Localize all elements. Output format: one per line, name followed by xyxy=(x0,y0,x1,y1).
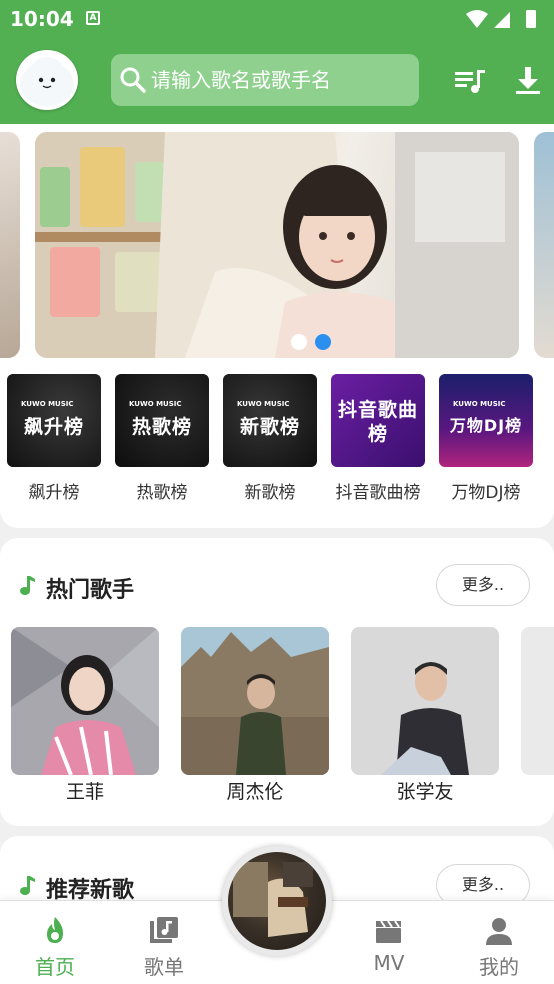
rank-cover-title: 飙升榜 xyxy=(23,416,84,438)
playlist-icon xyxy=(150,917,178,943)
app-logo[interactable] xyxy=(16,50,78,110)
clapperboard-icon xyxy=(376,920,401,943)
rank-name: 万物DJ榜 xyxy=(451,483,521,503)
music-note-icon xyxy=(20,576,35,595)
section-title: 热门歌手 xyxy=(46,578,135,603)
rank-brand: KUWO MUSIC xyxy=(21,400,74,408)
search-bar[interactable] xyxy=(111,54,419,106)
singer-photo xyxy=(181,627,329,775)
nav-label: 我的 xyxy=(479,955,519,979)
banner-prev-peek[interactable] xyxy=(0,132,20,358)
singer-item-peek[interactable] xyxy=(521,627,554,807)
status-icons xyxy=(466,10,536,28)
banner-next-peek[interactable] xyxy=(534,132,554,358)
singer-name: 王菲 xyxy=(65,781,104,803)
banner-image xyxy=(35,132,519,358)
wifi-icon xyxy=(466,10,488,28)
app-header: 10:04 A xyxy=(0,0,554,124)
more-singers-button[interactable]: 更多.. xyxy=(436,564,530,606)
status-time: 10:04 xyxy=(10,7,74,31)
nav-label: 歌单 xyxy=(144,955,184,979)
rank-name: 飙升榜 xyxy=(28,483,80,503)
status-bar: 10:04 A xyxy=(0,0,554,38)
singer-item[interactable]: 张学友 xyxy=(351,627,499,807)
rank-item[interactable]: KUWO MUSIC 新歌榜 新歌榜 xyxy=(216,374,324,504)
search-icon xyxy=(120,67,146,93)
singer-photo xyxy=(351,627,499,775)
hot-singers-card: 热门歌手 更多.. 王菲 周杰伦 张学友 xyxy=(0,538,554,826)
rank-name: 新歌榜 xyxy=(244,483,296,503)
rank-item[interactable]: 抖音歌曲榜 抖音歌曲榜 xyxy=(324,374,432,504)
rank-brand: KUWO MUSIC xyxy=(129,400,182,408)
flame-icon xyxy=(47,917,63,943)
nav-playlist[interactable]: 歌单 xyxy=(109,901,219,984)
search-input[interactable] xyxy=(151,54,411,106)
singer-photo xyxy=(11,627,159,775)
nav-label: 首页 xyxy=(35,955,75,979)
rank-brand: KUWO MUSIC xyxy=(453,400,506,408)
singer-photo xyxy=(521,627,554,775)
discover-card: KUWO MUSIC 飙升榜 飙升榜 KUWO MUSIC 热歌榜 热歌榜 KU… xyxy=(0,124,554,528)
battery-icon xyxy=(526,10,536,28)
download-icon[interactable] xyxy=(510,62,546,98)
rank-name: 抖音歌曲榜 xyxy=(335,483,421,503)
nav-home[interactable]: 首页 xyxy=(0,901,110,984)
now-playing-disc[interactable] xyxy=(222,846,332,956)
singer-name: 周杰伦 xyxy=(226,781,284,803)
singer-name: 张学友 xyxy=(396,781,454,803)
rank-item[interactable]: KUWO MUSIC 热歌榜 热歌榜 xyxy=(108,374,216,504)
nav-mv[interactable]: MV xyxy=(334,901,444,984)
rank-cover: KUWO MUSIC 飙升榜 xyxy=(7,374,101,467)
rank-cover: 抖音歌曲榜 xyxy=(331,374,425,467)
rank-cover-title: 新歌榜 xyxy=(239,416,300,438)
rank-cover-title: 热歌榜 xyxy=(131,416,192,438)
rank-brand: KUWO MUSIC xyxy=(237,400,290,408)
nav-label: MV xyxy=(373,951,405,975)
singer-item[interactable]: 王菲 xyxy=(11,627,159,807)
playlist-icon[interactable] xyxy=(452,62,488,98)
rank-list: KUWO MUSIC 飙升榜 飙升榜 KUWO MUSIC 热歌榜 热歌榜 KU… xyxy=(0,374,554,504)
banner-carousel[interactable] xyxy=(35,132,519,358)
singer-item[interactable]: 周杰伦 xyxy=(181,627,329,807)
rank-cover: KUWO MUSIC 新歌榜 xyxy=(223,374,317,467)
rank-cover-title: 万物DJ榜 xyxy=(449,416,523,435)
rank-cover-title: 抖音歌曲榜 xyxy=(338,399,419,445)
banner-dot-2[interactable] xyxy=(315,334,331,350)
rank-cover: KUWO MUSIC 热歌榜 xyxy=(115,374,209,467)
signal-icon xyxy=(494,12,510,28)
music-note-icon xyxy=(20,876,35,895)
rank-item[interactable]: KUWO MUSIC 万物DJ榜 万物DJ榜 xyxy=(432,374,540,504)
rank-item[interactable]: KUWO MUSIC 飙升榜 飙升榜 xyxy=(0,374,108,504)
album-art xyxy=(228,852,326,950)
notification-badge: A xyxy=(86,11,100,25)
rank-name: 热歌榜 xyxy=(136,483,188,503)
nav-mine[interactable]: 我的 xyxy=(444,901,554,984)
banner-dot-1[interactable] xyxy=(291,334,307,350)
user-icon xyxy=(486,918,512,945)
rank-cover: KUWO MUSIC 万物DJ榜 xyxy=(439,374,533,467)
banner-pagination xyxy=(291,334,335,350)
